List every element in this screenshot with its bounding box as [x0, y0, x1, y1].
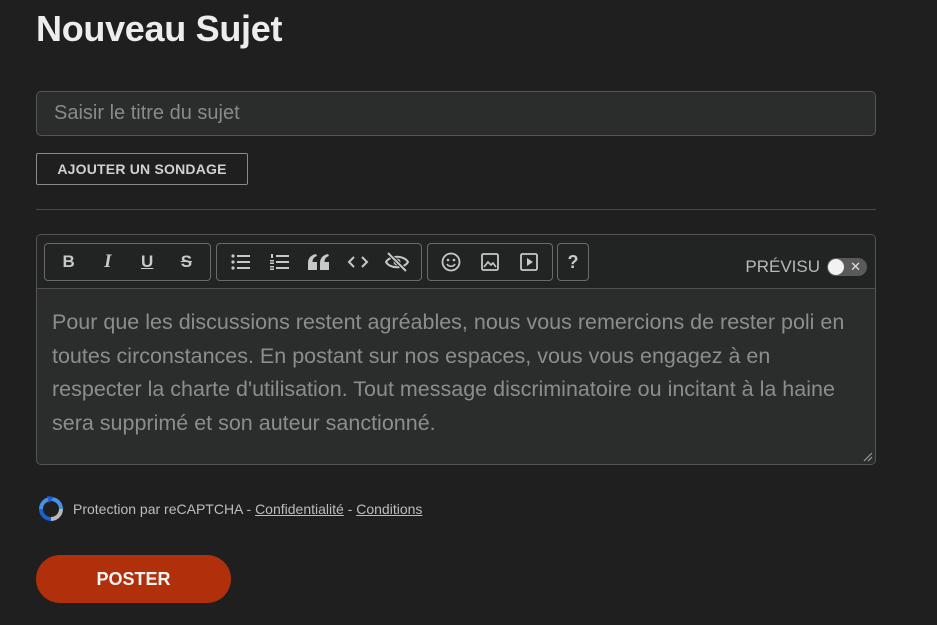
- message-editor: B I U S ? PRÉVISU ✕ Pour que les discuss…: [36, 234, 876, 465]
- quote-button[interactable]: [299, 244, 338, 280]
- recaptcha-prefix: Protection par reCAPTCHA -: [73, 501, 256, 517]
- privacy-link[interactable]: Confidentialité: [255, 501, 344, 517]
- preview-toggle[interactable]: ✕: [827, 258, 867, 276]
- quote-icon: [308, 254, 329, 270]
- add-poll-button[interactable]: AJOUTER UN SONDAGE: [36, 153, 248, 185]
- spoiler-button[interactable]: [378, 244, 417, 280]
- page-title: Nouveau Sujet: [36, 8, 283, 49]
- toggle-off-icon: ✕: [850, 259, 861, 274]
- spoiler-eye-icon: [385, 252, 410, 272]
- divider: [36, 209, 876, 210]
- emoji-button[interactable]: [432, 244, 471, 280]
- bullet-list-icon: [230, 254, 250, 270]
- code-button[interactable]: [339, 244, 378, 280]
- image-icon: [481, 253, 499, 271]
- preview-control: PRÉVISU ✕: [745, 257, 867, 277]
- recaptcha-notice: Protection par reCAPTCHA - Confidentiali…: [36, 494, 422, 524]
- strikethrough-icon: S: [180, 252, 193, 271]
- recaptcha-separator: -: [343, 501, 357, 517]
- bullet-list-button[interactable]: [221, 244, 260, 280]
- video-icon: [519, 253, 538, 271]
- format-group: B I U S: [44, 243, 211, 281]
- numbered-list-button[interactable]: [260, 244, 299, 280]
- terms-link[interactable]: Conditions: [356, 501, 422, 517]
- bold-icon: B: [62, 252, 75, 271]
- media-group: [427, 243, 553, 281]
- block-group: [216, 243, 422, 281]
- editor-toolbar: B I U S ? PRÉVISU ✕: [37, 235, 875, 289]
- help-group: ?: [557, 243, 589, 281]
- help-button[interactable]: ?: [558, 244, 588, 280]
- recaptcha-logo-icon: [39, 496, 63, 521]
- italic-icon: I: [104, 251, 112, 272]
- help-icon: ?: [567, 251, 579, 272]
- strikethrough-button[interactable]: S: [167, 244, 206, 280]
- code-icon: [347, 256, 369, 268]
- emoji-icon: [441, 252, 461, 272]
- message-body-textarea[interactable]: [37, 289, 875, 464]
- bold-button[interactable]: B: [49, 244, 88, 280]
- post-button[interactable]: POSTER: [36, 555, 231, 603]
- underline-icon: U: [140, 252, 154, 271]
- resize-handle-icon[interactable]: [861, 450, 873, 462]
- italic-button[interactable]: I: [88, 244, 127, 280]
- numbered-list-icon: [269, 254, 289, 270]
- preview-label: PRÉVISU: [745, 257, 820, 276]
- video-button[interactable]: [509, 244, 548, 280]
- underline-button[interactable]: U: [128, 244, 167, 280]
- toggle-knob: [828, 259, 844, 275]
- topic-title-input[interactable]: [36, 91, 876, 136]
- image-button[interactable]: [471, 244, 510, 280]
